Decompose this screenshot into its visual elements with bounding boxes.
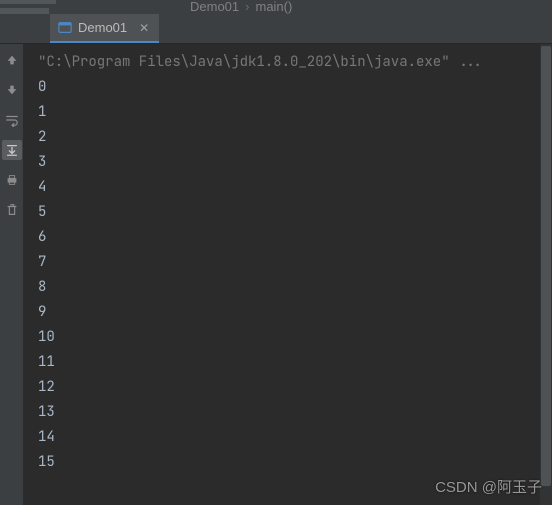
console-line: 4 [38, 175, 552, 200]
console-command-line: "C:\Program Files\Java\jdk1.8.0_202\bin\… [38, 50, 552, 75]
run-tab-demo01[interactable]: Demo01 ✕ [50, 14, 159, 43]
scroll-to-end-icon[interactable] [2, 140, 22, 160]
console-line: 10 [38, 325, 552, 350]
console-line: 3 [38, 150, 552, 175]
console-line: 14 [38, 425, 552, 450]
close-icon[interactable]: ✕ [139, 21, 149, 35]
breadcrumb-bar: Demo01 › main() [0, 0, 552, 14]
soft-wrap-icon[interactable] [2, 110, 22, 130]
trash-icon[interactable] [2, 200, 22, 220]
console-line: 6 [38, 225, 552, 250]
console-line: 5 [38, 200, 552, 225]
run-tab-label: Demo01 [78, 20, 127, 35]
print-icon[interactable] [2, 170, 22, 190]
console-line: 15 [38, 450, 552, 475]
console-line: 13 [38, 400, 552, 425]
breadcrumb-sep: › [245, 0, 249, 14]
console-output[interactable]: "C:\Program Files\Java\jdk1.8.0_202\bin\… [24, 44, 552, 505]
console-line: 12 [38, 375, 552, 400]
console-line: 0 [38, 75, 552, 100]
breadcrumb-method[interactable]: main() [255, 0, 292, 14]
scrollbar-thumb[interactable] [541, 46, 551, 486]
console-line: 1 [38, 100, 552, 125]
up-icon[interactable] [2, 50, 22, 70]
console-line: 9 [38, 300, 552, 325]
breadcrumb-class[interactable]: Demo01 [190, 0, 239, 14]
scrollbar-track[interactable] [540, 44, 552, 505]
console-line: 7 [38, 250, 552, 275]
down-icon[interactable] [2, 80, 22, 100]
run-tab-strip: Demo01 ✕ [0, 14, 552, 44]
console-toolbar [0, 44, 24, 505]
run-config-icon [58, 21, 72, 35]
ide-root: Demo01 › main() Demo01 ✕ [0, 0, 552, 505]
console-line: 8 [38, 275, 552, 300]
console-line: 11 [38, 350, 552, 375]
body-row: "C:\Program Files\Java\jdk1.8.0_202\bin\… [0, 44, 552, 505]
console-line: 2 [38, 125, 552, 150]
